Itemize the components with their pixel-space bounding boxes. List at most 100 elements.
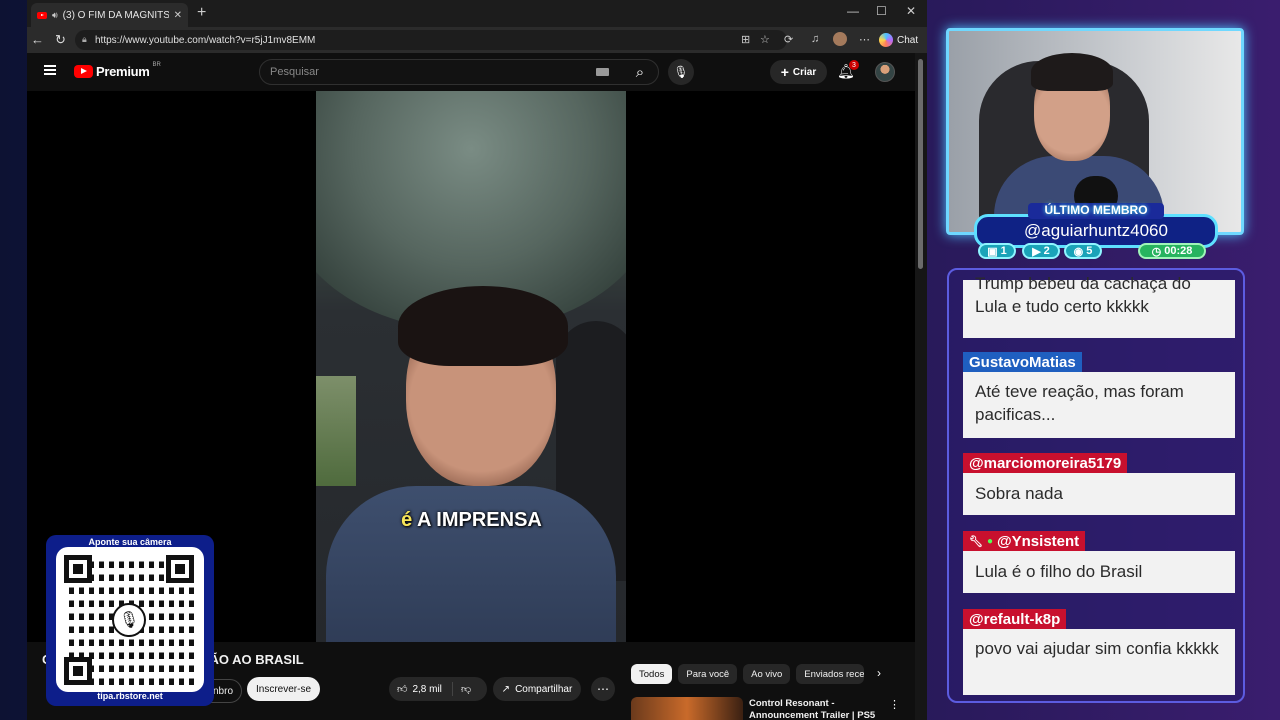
address-toolbar: ← ↻ 🔒︎ https://www.youtube.com/watch?v=r… xyxy=(27,27,927,53)
member-name: @aguiarhuntz4060 xyxy=(1024,221,1168,240)
address-bar[interactable]: 🔒︎ https://www.youtube.com/watch?v=r5jJ1… xyxy=(75,30,787,50)
chat-label: Chat xyxy=(897,34,919,46)
profile-avatar-icon[interactable] xyxy=(833,32,847,46)
recommended-title-line2: Announcement Trailer | PS5 xyxy=(749,710,876,720)
chat-message-2: Sobra nada xyxy=(963,473,1235,515)
share-icon: ↗ xyxy=(501,683,511,695)
qr-url: tipa.rbstore.net xyxy=(97,691,163,701)
stat-uptime-value: 00:28 xyxy=(1164,245,1193,257)
menu-icon[interactable] xyxy=(44,65,56,75)
account-avatar[interactable] xyxy=(875,62,895,82)
chat-username-text: @Ynsistent xyxy=(997,532,1080,550)
stat-youtube: ▶ 2 xyxy=(1022,243,1060,259)
chat-username-badged: 🔧︎ ● @Ynsistent xyxy=(963,531,1086,551)
recommended-thumbnail[interactable] xyxy=(631,697,743,720)
subscribe-button[interactable]: Inscrever-se xyxy=(247,677,320,701)
close-window-button[interactable]: ✕ xyxy=(906,4,916,18)
thumbs-down-icon: 👎︎ xyxy=(461,684,472,695)
refresh-icon[interactable]: ↻ xyxy=(55,32,66,48)
streamer-hair xyxy=(1031,53,1113,91)
chat-username: GustavoMatias xyxy=(963,352,1082,372)
caption-highlight: é xyxy=(401,509,413,531)
car-window xyxy=(316,376,356,486)
wrench-badge-icon: 🔧︎ xyxy=(969,535,983,548)
youtube-favicon-icon xyxy=(37,11,47,19)
plus-icon: + xyxy=(780,64,789,80)
back-arrow-icon[interactable]: ← xyxy=(31,32,44,47)
youtube-logo[interactable]: Premium BR xyxy=(74,61,161,79)
share-button[interactable]: ↗ Compartilhar xyxy=(493,677,581,701)
like-dislike-group: 👍︎ 2,8 mil 👎︎ xyxy=(389,677,487,701)
microphone-icon[interactable]: 🎙︎ xyxy=(668,59,694,85)
qr-donation-card: Aponte sua câmera 🎙︎ tipa.rbstore.net xyxy=(46,535,214,706)
maximize-button[interactable]: ☐ xyxy=(876,4,887,18)
member-badge-icon: ● xyxy=(986,535,994,547)
youtube-header: Premium BR Pesquisar ⌕ 🎙︎ + Criar 🔔︎ 3 xyxy=(27,53,915,91)
share-label: Compartilhar xyxy=(515,683,573,695)
stat-twitch-value: 1 xyxy=(1000,245,1007,257)
last-member-label: ÚLTIMO MEMBRO xyxy=(1028,203,1164,219)
scrollbar-thumb[interactable] xyxy=(918,59,923,269)
chat-message-3: Lula é o filho do Brasil xyxy=(963,551,1235,593)
minimize-button[interactable]: — xyxy=(847,4,859,18)
video-caption: é A IMPRENSA xyxy=(389,509,554,532)
like-button[interactable]: 👍︎ 2,8 mil xyxy=(389,682,453,696)
youtube-icon: ▶ xyxy=(1032,245,1041,258)
recommended-title[interactable]: Control Resonant - Announcement Trailer … xyxy=(749,698,875,720)
more-menu-icon[interactable]: ⋯ xyxy=(859,33,870,46)
app-available-icon[interactable]: ⊞ xyxy=(741,33,750,46)
more-actions-icon[interactable]: ⋯ xyxy=(591,677,615,701)
search-icon[interactable]: ⌕ xyxy=(622,59,658,85)
clock-icon: ◷ xyxy=(1151,245,1162,258)
chip-all[interactable]: Todos xyxy=(631,664,673,684)
qr-top-text: Aponte sua câmera xyxy=(88,537,172,547)
video-frame[interactable]: é A IMPRENSA xyxy=(316,91,626,642)
join-label: nbro xyxy=(212,685,233,697)
chip-recent[interactable]: Enviados recentemente xyxy=(796,664,865,684)
twitch-icon: ▣ xyxy=(987,245,998,258)
country-code: BR xyxy=(152,61,161,68)
keyboard-icon[interactable] xyxy=(596,68,609,76)
qr-finder-bottom-left xyxy=(64,657,92,685)
microphone-head-icon: 🎙︎ xyxy=(112,603,146,637)
tab-close-icon[interactable]: ✕ xyxy=(174,10,182,21)
premium-label: Premium xyxy=(96,64,150,79)
chip-live[interactable]: Ao vivo xyxy=(743,664,791,684)
notification-badge: 3 xyxy=(849,60,859,70)
stat-youtube-value: 2 xyxy=(1043,245,1050,257)
search-placeholder: Pesquisar xyxy=(270,66,319,78)
chat-message-text: Trump bebeu da cachaça do Lula e tudo ce… xyxy=(963,274,1235,338)
chat-message-4: povo vai ajudar sim confia kkkkk xyxy=(963,629,1235,695)
speaker-icon[interactable]: 🔊︎ xyxy=(52,10,58,21)
stat-kick-value: 5 xyxy=(1086,245,1093,257)
title-end: ÇÃO AO BRASIL xyxy=(200,652,304,667)
qr-pattern: 🎙︎ xyxy=(64,555,194,685)
copilot-chat-button[interactable]: Chat xyxy=(879,31,918,49)
chevron-right-icon[interactable]: › xyxy=(877,666,881,680)
create-button[interactable]: + Criar xyxy=(770,60,827,84)
media-control-icon[interactable]: ♫ xyxy=(811,33,819,45)
copilot-icon xyxy=(879,33,893,47)
favorite-star-icon[interactable]: ☆ xyxy=(760,33,770,46)
tab-bar: 🔊︎ (3) O FIM DA MAGNITSKY E A ✕ + — ☐ ✕ xyxy=(27,0,927,27)
chat-panel: Trump bebeu da cachaça do Lula e tudo ce… xyxy=(947,268,1245,703)
chat-username: @marciomoreira5179 xyxy=(963,453,1128,473)
chip-for-you[interactable]: Para você xyxy=(678,664,738,684)
extension-icon[interactable]: ⟳ xyxy=(784,33,793,46)
recommended-more-icon[interactable]: ⋮ xyxy=(889,698,900,711)
chat-username: @refault-k8p xyxy=(963,609,1067,629)
site-info-icon[interactable]: 🔒︎ xyxy=(82,34,87,45)
kick-icon: ◉ xyxy=(1073,245,1084,258)
chat-message-0: Trump bebeu da cachaça do Lula e tudo ce… xyxy=(975,274,1191,316)
new-tab-button[interactable]: + xyxy=(197,4,206,22)
recommended-title-line1: Control Resonant - xyxy=(749,698,835,709)
filter-chips: Todos Para você Ao vivo Enviados recente… xyxy=(631,664,865,686)
stat-kick: ◉ 5 xyxy=(1064,243,1102,259)
browser-tab[interactable]: 🔊︎ (3) O FIM DA MAGNITSKY E A ✕ xyxy=(31,3,188,27)
qr-finder-top-left xyxy=(64,555,92,583)
chat-message-1: Até teve reação, mas foram pacificas... xyxy=(963,372,1235,438)
stat-twitch: ▣ 1 xyxy=(978,243,1016,259)
dislike-button[interactable]: 👎︎ xyxy=(453,683,471,695)
url-text: https://www.youtube.com/watch?v=r5jJ1mv8… xyxy=(95,34,316,46)
youtube-play-icon xyxy=(74,65,93,78)
